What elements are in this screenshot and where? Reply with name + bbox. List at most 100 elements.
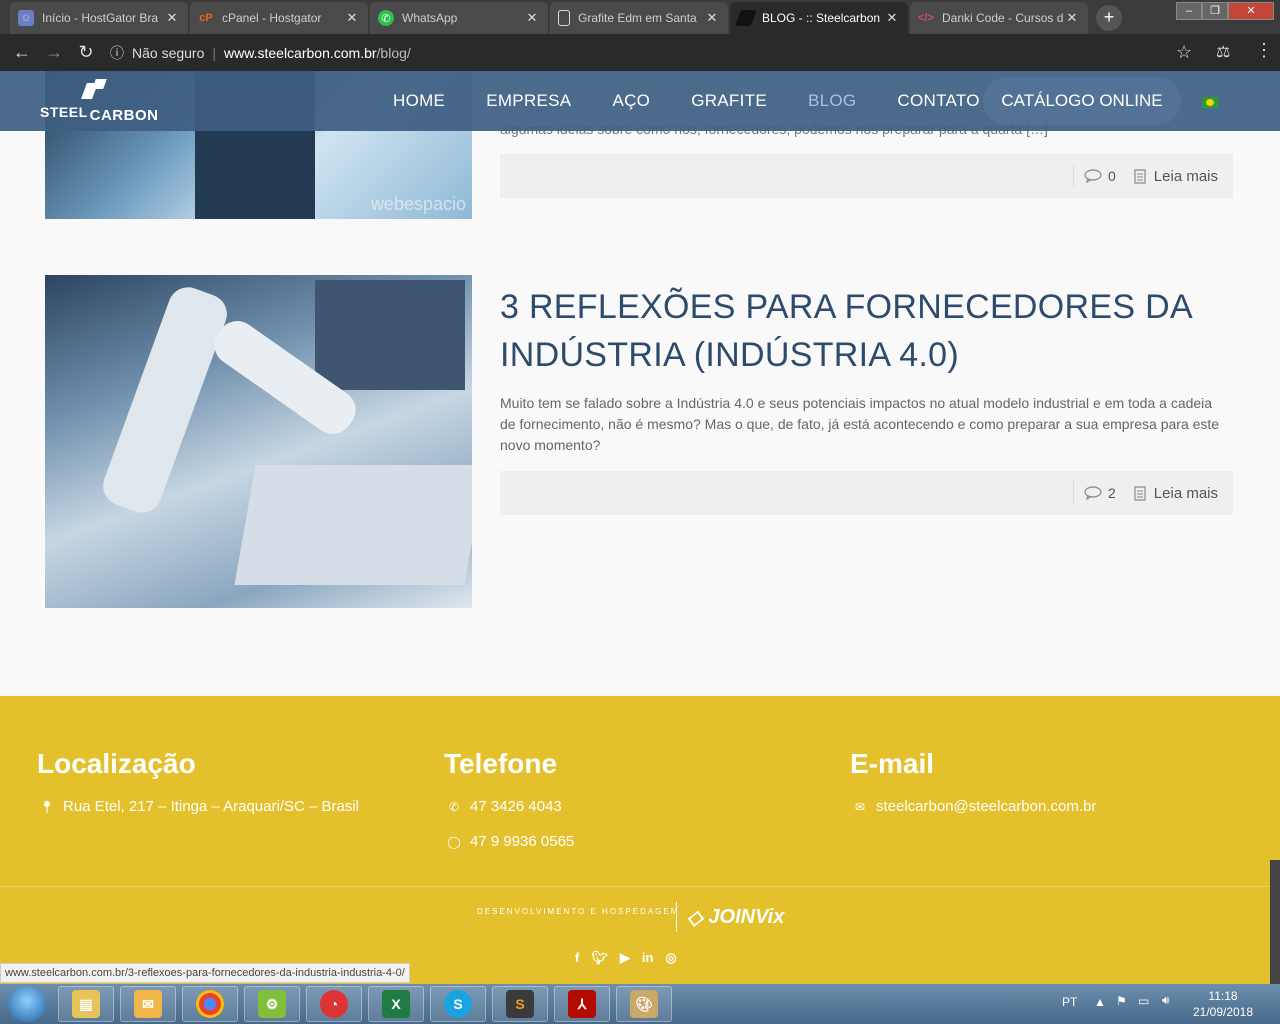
tab-hostgator[interactable]: ☺ Início - HostGator Bra ✕	[10, 2, 188, 34]
close-icon[interactable]: ✕	[524, 10, 540, 26]
paint-icon: 🎨︎	[630, 990, 658, 1018]
close-icon[interactable]: ✕	[344, 10, 360, 26]
hostgator-icon: ☺	[18, 10, 34, 26]
info-icon[interactable]: ⓘ	[110, 43, 124, 63]
instagram-icon[interactable]: ◎	[665, 950, 676, 966]
tab-danki-code[interactable]: </> Danki Code - Cursos d ✕	[910, 2, 1088, 34]
nav-aco[interactable]: AÇO	[612, 91, 650, 111]
cpanel-icon: cP	[199, 12, 213, 24]
email-text[interactable]: steelcarbon@steelcarbon.com.br	[876, 798, 1096, 815]
post-thumbnail-2[interactable]	[45, 275, 472, 608]
extension-icon[interactable]: ⚖	[1216, 42, 1230, 62]
phone-icon: ✆	[448, 799, 460, 814]
new-tab-button[interactable]: +	[1096, 5, 1122, 31]
tab-label: BLOG - :: Steelcarbon	[762, 11, 881, 25]
tab-label: Grafite Edm em Santa	[578, 11, 697, 25]
whatsapp-row: ◯ 47 9 9936 0565	[446, 833, 574, 850]
twitter-icon[interactable]: 🐦︎	[591, 950, 608, 966]
tab-whatsapp[interactable]: ✆ WhatsApp ✕	[370, 2, 548, 34]
nav-home[interactable]: HOME	[393, 91, 445, 111]
network-icon[interactable]: ▭	[1138, 994, 1149, 1008]
comments-count[interactable]: 0	[1084, 168, 1116, 184]
tab-label: Danki Code - Cursos d	[942, 11, 1064, 25]
scrollbar[interactable]	[1270, 860, 1280, 986]
code-icon: </>	[918, 12, 934, 24]
whatsapp-text[interactable]: 47 9 9936 0565	[470, 833, 574, 850]
volume-icon[interactable]: 🔊︎	[1162, 993, 1170, 1008]
logo-mark-icon	[80, 79, 107, 99]
close-icon[interactable]: ✕	[1064, 10, 1080, 26]
read-more-label: Leia mais	[1153, 484, 1218, 502]
excel-icon: X	[382, 990, 410, 1018]
linkedin-icon[interactable]: in	[642, 950, 654, 966]
brazil-flag-icon[interactable]	[1202, 97, 1218, 108]
tab-label: cPanel - Hostgator	[222, 11, 322, 25]
site-header: STEEL CARBON HOME EMPRESA AÇO GRAFITE BL…	[0, 71, 1280, 131]
chrome-icon	[196, 990, 224, 1018]
window-close-button[interactable]: ✕	[1228, 2, 1274, 20]
skype-icon: S	[444, 990, 472, 1018]
comments-number: 0	[1108, 168, 1116, 184]
maximize-button[interactable]: ❐	[1202, 2, 1228, 20]
close-icon[interactable]: ✕	[704, 10, 720, 26]
diamond-icon: ◇	[687, 906, 703, 929]
tab-blog-steelcarbon[interactable]: BLOG - :: Steelcarbon ✕	[730, 2, 908, 34]
taskbar-sublime[interactable]: S	[492, 986, 548, 1022]
post-title-2[interactable]: 3 REFLEXÕES PARA FORNECEDORES DA INDÚSTR…	[500, 283, 1220, 379]
taskbar-paint[interactable]: 🎨︎	[616, 986, 672, 1022]
flag-alert-icon[interactable]: ⚑	[1116, 994, 1127, 1008]
steelcarbon-icon	[735, 10, 757, 26]
taskbar-chrome[interactable]	[182, 986, 238, 1022]
comment-icon	[1084, 169, 1102, 183]
taskbar-app-red[interactable]: ◔	[306, 986, 362, 1022]
taskbar-app-gears[interactable]: ⚙	[244, 986, 300, 1022]
language-indicator[interactable]: PT	[1062, 995, 1077, 1009]
forward-icon[interactable]: →	[38, 42, 70, 63]
nav-empresa[interactable]: EMPRESA	[486, 91, 571, 111]
close-icon[interactable]: ✕	[884, 10, 900, 26]
url-field[interactable]: ⓘ Não seguro | www.steelcarbon.com.br /b…	[110, 38, 1210, 67]
joinvix-text: JOINVix	[708, 905, 785, 928]
folder-icon: ▤	[72, 990, 100, 1018]
tab-cpanel[interactable]: cP cPanel - Hostgator ✕	[190, 2, 368, 34]
clock-date: 21/09/2018	[1192, 1005, 1254, 1019]
bookmark-star-icon[interactable]: ☆	[1176, 42, 1192, 63]
reload-icon[interactable]: ↻	[70, 42, 102, 63]
back-icon[interactable]: ←	[6, 42, 38, 63]
tab-grafite[interactable]: Grafite Edm em Santa ✕	[550, 2, 728, 34]
nav-contato[interactable]: CONTATO	[897, 91, 979, 111]
envelope-icon: ✉	[854, 799, 866, 814]
taskbar-skype[interactable]: S	[430, 986, 486, 1022]
tray-expand-icon[interactable]: ▲	[1094, 995, 1106, 1009]
youtube-icon[interactable]: ▶	[620, 950, 630, 966]
read-more-link[interactable]: Leia mais	[1134, 485, 1218, 502]
read-more-link[interactable]: Leia mais	[1134, 168, 1218, 185]
close-icon[interactable]: ✕	[164, 10, 180, 26]
minimize-button[interactable]: –	[1176, 2, 1202, 20]
steelcarbon-logo[interactable]: STEEL CARBON	[40, 79, 158, 124]
taskbar-acrobat[interactable]: ⅄	[554, 986, 610, 1022]
footer-phone: Telefone ✆ 47 3426 4043 ◯ 47 9 9936 0565	[444, 696, 574, 850]
taskbar-clock[interactable]: 11:18 21/09/2018	[1188, 988, 1258, 1020]
email-row: ✉ steelcarbon@steelcarbon.com.br	[852, 798, 1096, 815]
app-icon: ◔	[320, 990, 348, 1018]
comments-count[interactable]: 2	[1084, 485, 1116, 501]
browser-menu-icon[interactable]: ⋮	[1255, 40, 1273, 61]
nav-grafite[interactable]: GRAFITE	[691, 91, 767, 111]
site-footer: Localização 📍︎ Rua Etel, 217 – Itinga – …	[0, 696, 1280, 986]
post-meta-bar-1: 0 Leia mais	[500, 154, 1233, 198]
taskbar-excel[interactable]: X	[368, 986, 424, 1022]
catalog-online-button[interactable]: CATÁLOGO ONLINE	[983, 77, 1181, 125]
nav-blog[interactable]: BLOG	[808, 91, 856, 111]
robot-arm-image	[97, 281, 233, 519]
whatsapp-icon: ◯	[447, 834, 461, 849]
main-nav: HOME EMPRESA AÇO GRAFITE BLOG CONTATO	[393, 71, 1021, 131]
taskbar-outlook[interactable]: ✉	[120, 986, 176, 1022]
start-button[interactable]	[8, 986, 46, 1022]
address-text: Rua Etel, 217 – Itinga – Araquari/SC – B…	[63, 798, 360, 815]
joinvix-logo[interactable]: ◇ JOINVix	[676, 902, 784, 932]
taskbar-explorer[interactable]: ▤	[58, 986, 114, 1022]
phone-text[interactable]: 47 3426 4043	[470, 798, 562, 815]
facebook-icon[interactable]: f	[575, 950, 579, 966]
windows-taskbar: ▤ ✉ ⚙ ◔ X S S ⅄ 🎨︎ PT ▲ ⚑ ▭ 🔊︎ 11:18 21/…	[0, 984, 1280, 1024]
